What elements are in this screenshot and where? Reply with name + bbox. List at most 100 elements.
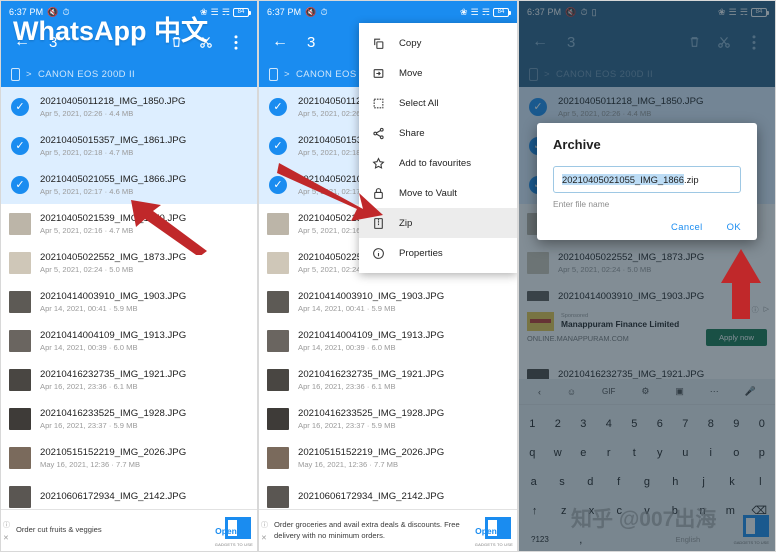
file-thumbnail [9,212,31,235]
ad-controls[interactable]: ⓘ ✕ [261,520,270,542]
file-name: 20210405011218_IMG_1850.JPG [40,95,186,107]
back-icon[interactable]: ← [267,29,293,55]
file-thumbnail [267,485,289,508]
file-meta: 20210416232735_IMG_1921.JPGApr 16, 2021,… [40,369,186,391]
file-list-panel1: ✓ 20210405011218_IMG_1850.JPG Apr 5, 2021,… [1,87,257,516]
ad-open-badge-panel1[interactable]: Open GADGETS TO USE [207,516,253,547]
file-row[interactable]: 20210414004109_IMG_1913.JPGApr 14, 2021,… [259,321,517,360]
menu-item-move-to-vault[interactable]: Move to Vault [359,178,517,208]
menu-item-add-to-favourites[interactable]: Add to favourites [359,148,517,178]
panel-archive-dialog: 6:37 PM 🔇 ⏱ ▯ ❀ ☰ ☴ 84 ← 3 [518,0,776,552]
filename-extension: .zip [684,174,699,185]
file-name: 20210405021055_IMG_1866.JPG [40,173,187,185]
file-row[interactable]: ✓ 20210405015357_IMG_1861.JPGApr 5, 2021,… [1,126,257,165]
file-row[interactable]: 20210405021539_IMG_1870.JPGApr 5, 2021, … [1,204,257,243]
file-subtitle: Apr 5, 2021, 02:18 · 4.7 MB [40,147,134,157]
ad-banner-panel2[interactable]: ⓘ ✕ Order groceries and avail extra deal… [259,509,517,551]
battery-icon: 84 [493,7,511,17]
file-meta: 20210405022552_IMG_1873.JPGApr 5, 2021, … [40,252,186,274]
file-row[interactable]: ✓ 20210405021055_IMG_1866.JPGApr 5, 2021,… [1,165,257,204]
file-subtitle: Apr 16, 2021, 23:36 · 6.1 MB [40,381,138,391]
panel-context-menu: 6:37 PM 🔇 ⏱ ❀ ☰ ☴ 84 ← 3 > CANON EOS 200… [258,0,518,552]
file-subtitle: Apr 14, 2021, 00:39 · 6.0 MB [40,342,138,352]
file-name: 20210606172934_IMG_2142.JPG [298,491,445,502]
zip-icon [371,217,386,230]
file-name: 20210405015357_IMG_1861.JPG [40,134,187,146]
ad-info-icon[interactable]: ⓘ [261,520,270,530]
panel-file-selection: 6:37 PM 🔇 ⏱ ❀ ☰ ☴ 84 ← 3 > CANON EOS 200… [0,0,258,552]
info-icon [371,247,386,260]
menu-item-share[interactable]: Share [359,118,517,148]
file-name: 20210416233525_IMG_1928.JPG [298,407,445,419]
file-thumbnail [9,329,31,352]
checkmark-icon[interactable]: ✓ [11,175,29,194]
alarm-icon: ⏱ [320,6,328,17]
menu-item-copy[interactable]: Copy [359,28,517,58]
menu-item-zip[interactable]: Zip [359,208,517,238]
file-row[interactable]: 20210416232735_IMG_1921.JPGApr 16, 2021,… [259,360,517,399]
file-thumbnail [267,368,289,391]
file-row[interactable]: 20210416233525_IMG_1928.JPGApr 16, 2021,… [259,399,517,438]
wifi-icon: ☴ [221,6,230,17]
ad-controls[interactable]: ⓘ ✕ [3,520,12,542]
star-icon [371,156,386,170]
file-meta: 20210515152219_IMG_2026.JPGMay 16, 2021,… [298,447,444,469]
bluetooth-icon: ❀ [460,6,468,17]
checkmark-icon[interactable]: ✓ [269,97,287,116]
checkmark-icon[interactable]: ✓ [11,136,29,155]
cancel-button[interactable]: Cancel [671,221,703,232]
ad-text-panel2: Order groceries and avail extra deals & … [274,520,460,540]
overflow-icon[interactable] [223,29,249,55]
file-row[interactable]: 20210414003910_IMG_1903.JPGApr 14, 2021,… [1,282,257,321]
file-meta: 20210606172934_IMG_2142.JPG [298,491,444,502]
ad-open-badge-panel2[interactable]: Open GADGETS TO USE [467,516,513,547]
file-meta: 20210606172934_IMG_2142.JPG [40,491,186,502]
file-name: 20210416232735_IMG_1921.JPG [298,368,445,380]
status-bar-panel2: 6:37 PM 🔇 ⏱ ❀ ☰ ☴ 84 [259,1,517,23]
copy-icon [371,37,386,50]
file-row[interactable]: 20210405022552_IMG_1873.JPGApr 5, 2021, … [1,243,257,282]
ok-button[interactable]: OK [727,221,741,232]
ad-text-panel1: Order cut fruits & veggies [16,525,102,535]
ad-banner-panel1[interactable]: ⓘ ✕ Order cut fruits & veggies Open GADG… [1,509,257,551]
file-row[interactable]: ✓ 20210405011218_IMG_1850.JPGApr 5, 2021,… [1,87,257,126]
file-thumbnail [9,290,31,313]
lock-icon [371,187,386,200]
file-name: 20210414004109_IMG_1913.JPG [298,329,445,341]
file-thumbnail [267,290,289,313]
file-row[interactable]: 20210416233525_IMG_1928.JPGApr 16, 2021,… [1,399,257,438]
file-row[interactable]: 20210414003910_IMG_1903.JPGApr 14, 2021,… [259,282,517,321]
ad-open-label: Open [215,525,237,536]
share-icon [371,127,386,140]
checkmark-icon[interactable]: ✓ [269,136,287,155]
file-name: 20210414003910_IMG_1903.JPG [40,290,187,302]
file-row[interactable]: 20210515152219_IMG_2026.JPGMay 16, 2021,… [259,438,517,477]
filename-input[interactable]: 20210405021055_IMG_1866.zip [553,166,741,193]
file-row[interactable]: 20210515152219_IMG_2026.JPGMay 16, 2021,… [1,438,257,477]
ad-open-label: Open [475,525,497,536]
ad-info-icon[interactable]: ⓘ [3,520,12,530]
checkmark-icon[interactable]: ✓ [269,175,287,194]
menu-item-properties[interactable]: Properties [359,238,517,268]
menu-item-label: Select All [399,97,439,109]
ad-badge-caption: GADGETS TO USE [474,541,513,547]
file-meta: 20210405015357_IMG_1861.JPGApr 5, 2021, … [40,135,186,157]
file-thumbnail [9,251,31,274]
phone-icon [11,67,20,81]
file-row[interactable]: 20210416232735_IMG_1921.JPGApr 16, 2021,… [1,360,257,399]
battery-icon: 84 [233,7,251,17]
checkmark-icon[interactable]: ✓ [11,97,29,116]
menu-item-label: Move [399,67,423,79]
ad-close-icon[interactable]: ✕ [261,534,270,542]
ad-close-icon[interactable]: ✕ [3,534,12,542]
filename-hint: Enter file name [553,199,610,209]
breadcrumb[interactable]: > CANON EOS 200D II [1,61,257,87]
wifi-icon: ☴ [481,6,490,17]
menu-item-move[interactable]: Move [359,58,517,88]
file-name: 20210416232735_IMG_1921.JPG [40,368,187,380]
menu-item-select-all[interactable]: Select All [359,88,517,118]
signal-icon: ☰ [210,6,219,17]
file-row[interactable]: 20210414004109_IMG_1913.JPGApr 14, 2021,… [1,321,257,360]
file-subtitle: Apr 5, 2021, 02:26 · 4.4 MB [40,108,134,118]
file-thumbnail [267,251,289,274]
